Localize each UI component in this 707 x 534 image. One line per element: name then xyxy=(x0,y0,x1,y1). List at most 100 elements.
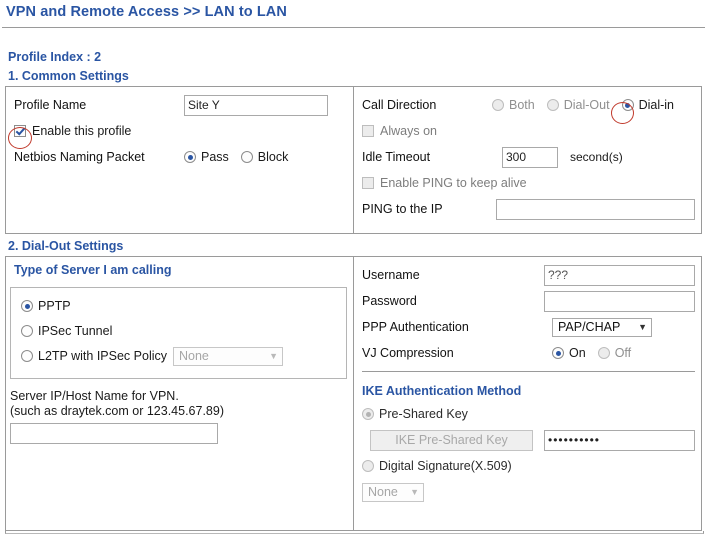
server-type-l2tp-row[interactable]: L2TP with IPSec Policy None ▼ xyxy=(21,345,338,367)
netbios-pass-label: Pass xyxy=(201,150,229,164)
username-label: Username xyxy=(362,268,420,282)
server-type-ipsec-radio[interactable] xyxy=(21,325,33,337)
netbios-label: Netbios Naming Packet xyxy=(14,150,145,164)
enable-profile-row[interactable]: Enable this profile xyxy=(14,119,347,143)
vj-compression-on-label: On xyxy=(569,346,586,360)
server-type-options-box: PPTP IPSec Tunnel L2TP with IPSec Policy xyxy=(10,287,347,379)
always-on-checkbox[interactable] xyxy=(362,125,374,137)
l2tp-ipsec-policy-value: None xyxy=(179,349,209,363)
chevron-down-icon: ▼ xyxy=(410,486,419,497)
username-row: Username xyxy=(362,263,695,287)
ike-certificate-value: None xyxy=(368,485,398,499)
server-type-pptp-row[interactable]: PPTP xyxy=(21,295,338,317)
server-type-ipsec-row[interactable]: IPSec Tunnel xyxy=(21,320,338,342)
call-direction-dial-in-radio[interactable] xyxy=(621,99,634,111)
page-title: VPN and Remote Access >> LAN to LAN xyxy=(6,4,287,20)
call-direction-option-dial-in[interactable]: Dial-in xyxy=(621,98,674,112)
ike-preshared-key-radio[interactable] xyxy=(362,408,374,420)
vj-compression-on-radio[interactable] xyxy=(552,347,564,359)
ppp-authentication-row: PPP Authentication PAP/CHAP ▼ xyxy=(362,315,695,339)
enable-profile-checkbox-group[interactable]: Enable this profile xyxy=(14,124,131,138)
call-direction-dial-out-label: Dial-Out xyxy=(563,98,610,112)
always-on-label: Always on xyxy=(380,124,437,138)
vj-compression-off-label: Off xyxy=(614,346,632,360)
netbios-option-pass[interactable]: Pass xyxy=(184,150,229,164)
ike-digital-signature-label: Digital Signature(X.509) xyxy=(379,459,512,473)
enable-ping-checkbox[interactable] xyxy=(362,177,374,189)
dial-out-left-spacer xyxy=(6,444,353,530)
ike-preshared-key-button[interactable]: IKE Pre-Shared Key xyxy=(370,429,533,451)
enable-ping-row[interactable]: Enable PING to keep alive xyxy=(362,171,695,195)
common-settings-right-column: Call Direction Both Dial-Out Dial-in Alw… xyxy=(354,87,701,233)
always-on-checkbox-group[interactable]: Always on xyxy=(362,124,437,138)
call-direction-both-radio[interactable] xyxy=(492,99,504,111)
ike-preshared-key-option[interactable]: Pre-Shared Key xyxy=(362,407,468,421)
dial-out-right-column: Username Password PPP Authentication PAP… xyxy=(354,257,701,530)
ike-certificate-row: None ▼ xyxy=(362,480,695,504)
dial-out-left-column: Type of Server I am calling PPTP IPSec T… xyxy=(6,257,354,530)
ping-ip-input[interactable] xyxy=(495,198,695,220)
vj-compression-option-on[interactable]: On xyxy=(552,346,586,360)
enable-ping-checkbox-group[interactable]: Enable PING to keep alive xyxy=(362,176,527,190)
right-column-spacer xyxy=(362,223,695,227)
password-input[interactable] xyxy=(544,290,695,312)
server-ip-hint: Server IP/Host Name for VPN. (such as dr… xyxy=(10,389,353,419)
netbios-block-radio[interactable] xyxy=(240,151,253,163)
call-direction-dial-in-label: Dial-in xyxy=(638,98,674,112)
server-ip-input[interactable] xyxy=(10,423,218,444)
call-direction-row: Call Direction Both Dial-Out Dial-in xyxy=(362,93,695,117)
server-type-pptp-label: PPTP xyxy=(38,299,71,313)
server-type-option-ipsec-tunnel[interactable]: IPSec Tunnel xyxy=(21,324,112,338)
server-type-l2tp-radio[interactable] xyxy=(21,350,33,362)
vj-compression-option-off[interactable]: Off xyxy=(597,346,632,360)
profile-name-input[interactable] xyxy=(184,94,328,116)
idle-timeout-row: Idle Timeout second(s) xyxy=(362,145,695,169)
server-ip-input-wrap xyxy=(10,423,353,444)
dial-out-settings-heading: 2. Dial-Out Settings xyxy=(8,239,124,253)
server-ip-hint-line1: Server IP/Host Name for VPN. xyxy=(10,389,179,403)
profile-name-label: Profile Name xyxy=(14,98,87,112)
server-ip-hint-line2: (such as draytek.com or 123.45.67.89) xyxy=(10,404,225,418)
call-direction-label: Call Direction xyxy=(362,98,437,112)
always-on-row[interactable]: Always on xyxy=(362,119,695,143)
ike-certificate-select[interactable]: None ▼ xyxy=(362,482,424,502)
server-type-pptp-radio[interactable] xyxy=(21,300,33,312)
call-direction-option-both[interactable]: Both xyxy=(492,98,535,112)
common-settings-panel: Profile Name Enable this profile Netbios… xyxy=(5,86,702,234)
ike-digital-signature-option[interactable]: Digital Signature(X.509) xyxy=(362,459,512,473)
dial-out-settings-row: Type of Server I am calling PPTP IPSec T… xyxy=(6,257,701,530)
ike-preshared-key-input[interactable] xyxy=(544,429,695,451)
vj-compression-row: VJ Compression On Off xyxy=(362,341,695,365)
ike-authentication-title: IKE Authentication Method xyxy=(362,384,522,398)
l2tp-ipsec-policy-select[interactable]: None ▼ xyxy=(173,346,283,366)
ppp-authentication-select[interactable]: PAP/CHAP ▼ xyxy=(552,317,652,337)
server-type-ipsec-label: IPSec Tunnel xyxy=(38,324,113,338)
server-type-option-pptp[interactable]: PPTP xyxy=(21,299,71,313)
chevron-down-icon: ▼ xyxy=(638,321,647,332)
left-column-spacer xyxy=(14,171,347,223)
ike-section-divider xyxy=(362,371,695,372)
chevron-down-icon: ▼ xyxy=(269,350,278,361)
idle-timeout-unit: second(s) xyxy=(570,150,623,164)
ping-ip-label: PING to the IP xyxy=(362,202,443,216)
netbios-option-block[interactable]: Block xyxy=(240,150,289,164)
call-direction-dial-out-radio[interactable] xyxy=(546,99,559,111)
ppp-authentication-label: PPP Authentication xyxy=(362,320,469,334)
server-type-option-l2tp[interactable]: L2TP with IPSec Policy xyxy=(21,349,167,363)
username-input[interactable] xyxy=(544,264,695,286)
common-settings-heading: 1. Common Settings xyxy=(8,69,129,83)
netbios-block-label: Block xyxy=(257,150,289,164)
ike-digital-signature-row[interactable]: Digital Signature(X.509) xyxy=(362,454,695,478)
ike-preshared-key-row[interactable]: Pre-Shared Key xyxy=(362,402,695,426)
netbios-row: Netbios Naming Packet Pass Block xyxy=(14,145,347,169)
call-direction-option-dial-out[interactable]: Dial-Out xyxy=(546,98,610,112)
common-settings-row: Profile Name Enable this profile Netbios… xyxy=(6,87,701,233)
ike-digital-signature-radio[interactable] xyxy=(362,460,374,472)
enable-profile-checkbox[interactable] xyxy=(14,125,26,137)
netbios-pass-radio[interactable] xyxy=(184,151,196,163)
call-direction-both-label: Both xyxy=(509,98,535,112)
enable-ping-label: Enable PING to keep alive xyxy=(380,176,527,190)
vj-compression-off-radio[interactable] xyxy=(597,347,610,359)
idle-timeout-input[interactable] xyxy=(502,146,558,168)
enable-profile-label: Enable this profile xyxy=(32,124,132,138)
